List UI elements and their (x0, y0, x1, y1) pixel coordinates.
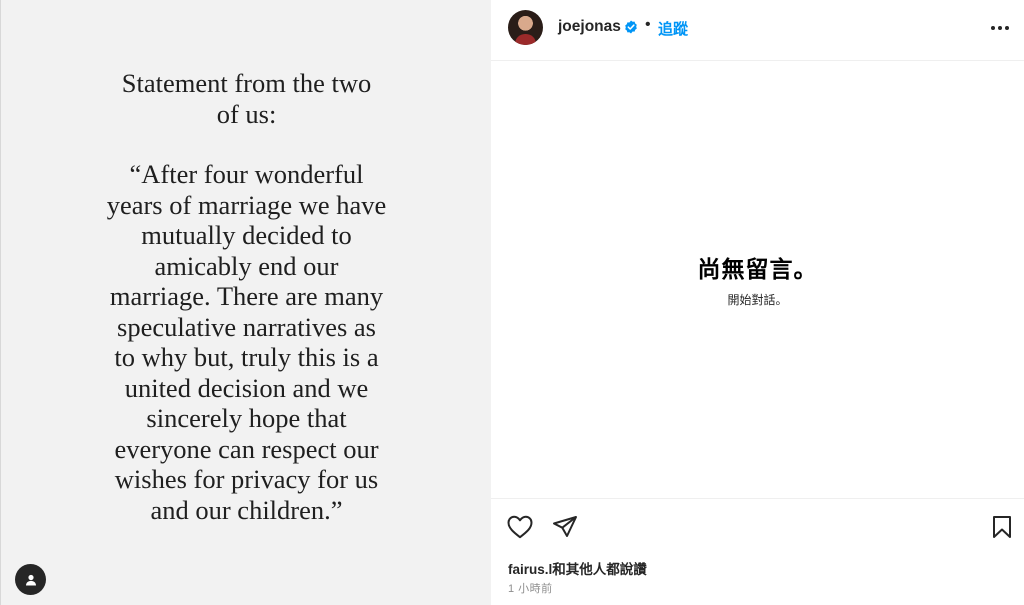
follow-button[interactable]: 追蹤 (658, 18, 688, 39)
statement-line: marriage. There are many (109, 281, 384, 311)
statement-line: and our children.” (150, 494, 343, 525)
statement-line: “After four wonderful (129, 159, 364, 189)
separator-dot: • (645, 16, 651, 33)
statement-line: wishes for privacy for us (114, 464, 379, 494)
post-panel: joejonas • 追蹤 尚無留言。 開始對話。 fairus.l和其他人都說… (491, 0, 1024, 605)
statement-line: united decision and we (124, 372, 369, 403)
tagged-users-button[interactable] (15, 564, 46, 595)
statement-gap (1, 129, 492, 159)
statement-line: sincerely hope that (146, 403, 347, 433)
post-media[interactable]: Statement from the two of us: “After fou… (0, 0, 491, 605)
statement-line: speculative narratives as (117, 311, 376, 342)
likes-summary[interactable]: fairus.l和其他人都說讚 (508, 558, 647, 578)
statement-line: amicably end our (154, 250, 339, 281)
verified-badge-icon (625, 20, 637, 34)
avatar[interactable] (508, 10, 543, 45)
avatar-shirt (515, 34, 536, 45)
statement-line: Statement from the two (121, 68, 372, 98)
heart-icon (507, 515, 533, 539)
action-bar (491, 498, 1024, 556)
post-header: joejonas • 追蹤 (491, 0, 1024, 61)
bookmark-icon (993, 516, 1011, 538)
paper-plane-icon (553, 516, 577, 537)
username-link[interactable]: joejonas (558, 18, 621, 36)
statement-text: Statement from the two of us: “After fou… (1, 68, 492, 525)
like-button[interactable] (506, 513, 534, 541)
statement-line: years of marriage we have (106, 189, 387, 220)
statement-line: mutually decided to (141, 220, 352, 250)
statement-line: of us: (216, 98, 277, 129)
statement-line: to why but, truly this is a (114, 342, 379, 372)
share-button[interactable] (551, 513, 579, 541)
save-button[interactable] (988, 513, 1016, 541)
start-conversation-text: 開始對話。 (727, 293, 788, 307)
no-comments-title: 尚無留言。 (697, 256, 818, 282)
more-options-icon (991, 26, 1009, 30)
comments-section: 尚無留言。 開始對話。 (491, 61, 1024, 498)
person-icon (25, 574, 36, 585)
statement-line: everyone can respect our (114, 433, 379, 464)
post-timestamp[interactable]: 1 小時前 (508, 580, 553, 596)
more-options-button[interactable] (989, 18, 1011, 38)
